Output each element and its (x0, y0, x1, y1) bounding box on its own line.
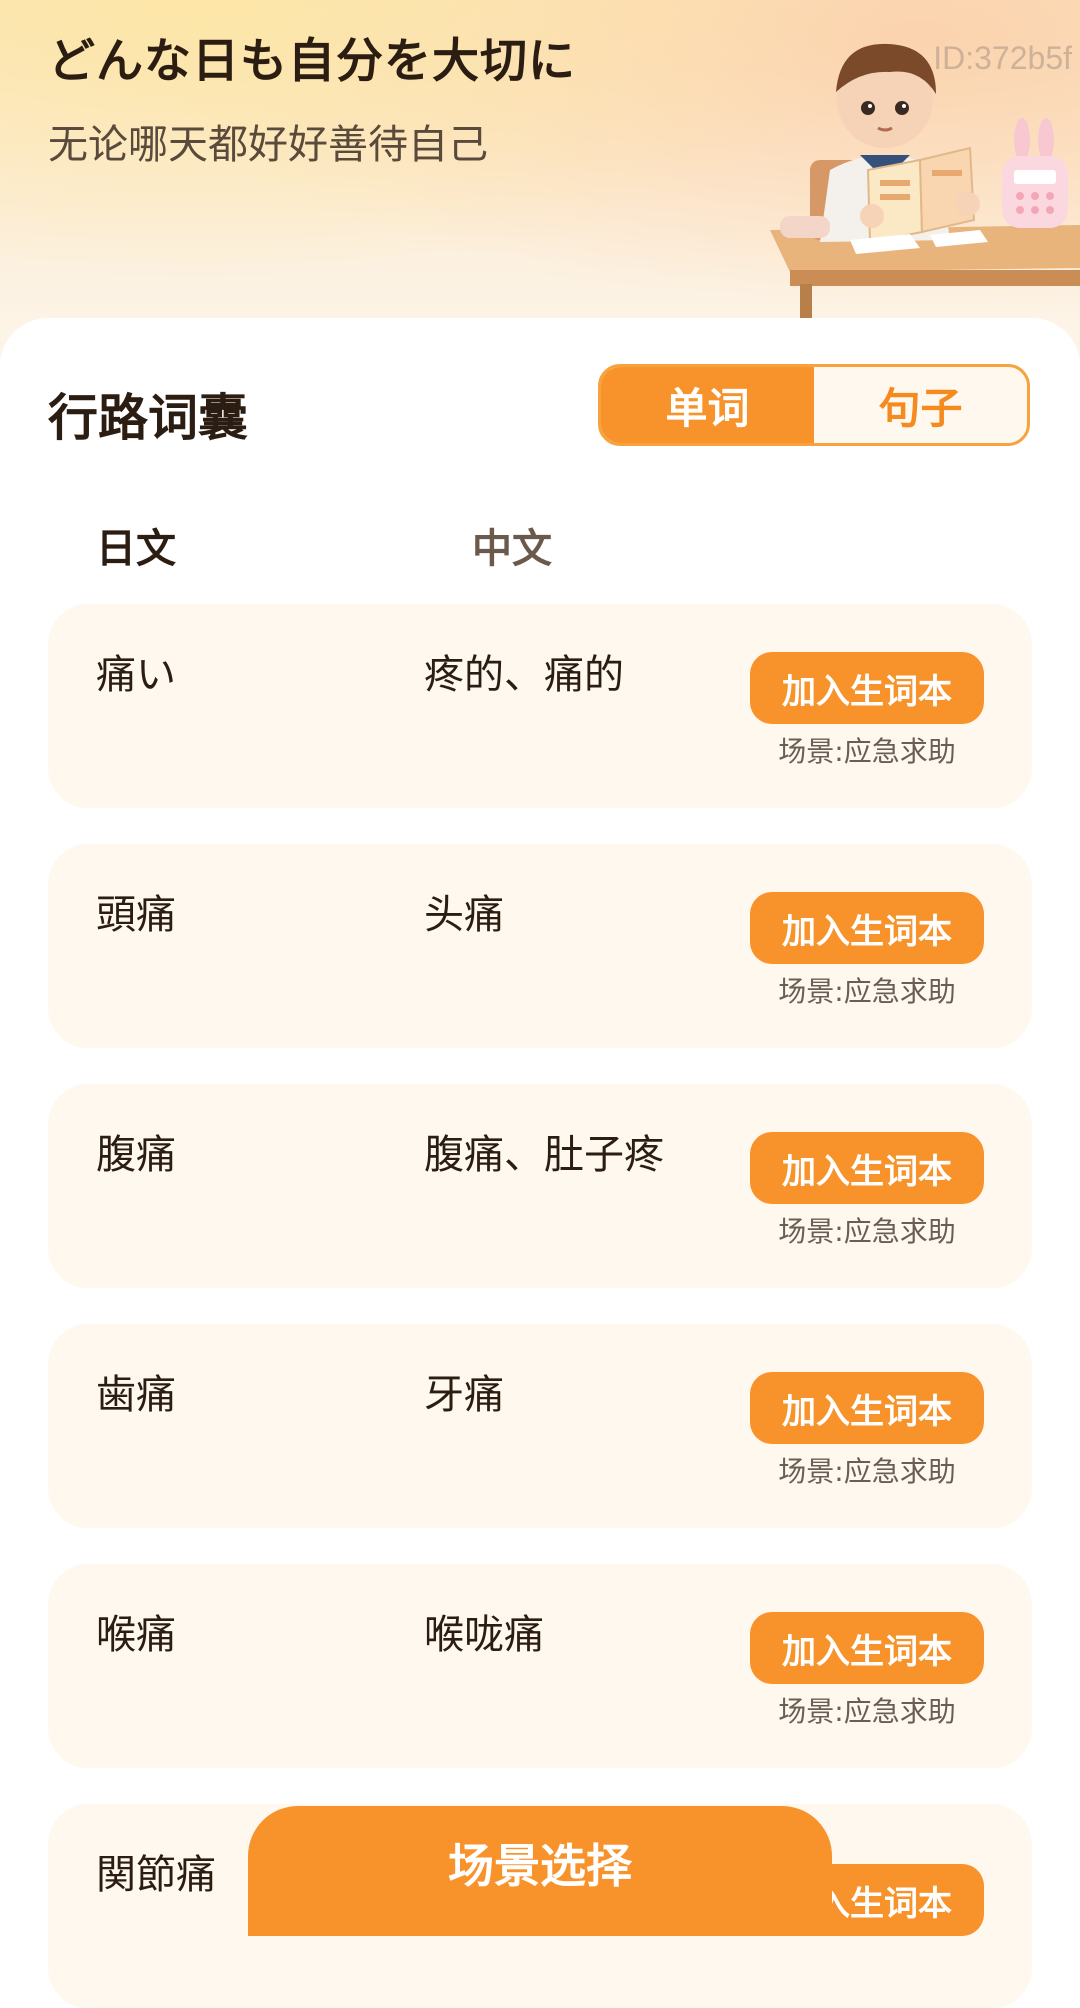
add-to-wordbook-button[interactable]: 加入生词本 (750, 652, 984, 724)
word-row: 歯痛 牙痛 加入生词本 场景:应急求助 (48, 1324, 1032, 1528)
word-chinese: 喉咙痛 (424, 1612, 544, 1658)
section-title: 行路词囊 (48, 389, 248, 447)
word-chinese: 头痛 (424, 892, 504, 938)
add-to-wordbook-button[interactable]: 加入生词本 (750, 1612, 984, 1684)
word-row: 喉痛 喉咙痛 加入生词本 场景:应急求助 (48, 1564, 1032, 1768)
scene-select-button[interactable]: 场景选择 (248, 1806, 832, 1936)
word-japanese: 喉痛 (96, 1612, 176, 1658)
word-japanese: 腹痛 (96, 1132, 176, 1178)
word-sentence-toggle: 单词 句子 (598, 364, 1030, 446)
word-japanese: 痛い (96, 652, 176, 698)
vocabulary-card: 行路词囊 单词 句子 日文 中文 痛い 疼的、痛的 加入生词本 场景:应急求助 … (0, 318, 1080, 2008)
word-row: 痛い 疼的、痛的 加入生词本 场景:应急求助 (48, 604, 1032, 808)
add-to-wordbook-button[interactable]: 加入生词本 (750, 1132, 984, 1204)
word-chinese: 牙痛 (424, 1372, 504, 1418)
scene-label: 场景:应急求助 (778, 1695, 956, 1728)
word-row: 腹痛 腹痛、肚子疼 加入生词本 场景:应急求助 (48, 1084, 1032, 1288)
header-title: どんな日も自分を大切に (48, 34, 576, 89)
word-row: 頭痛 头痛 加入生词本 场景:应急求助 (48, 844, 1032, 1048)
tab-sentences[interactable]: 句子 (814, 367, 1027, 443)
scene-label: 场景:应急求助 (778, 975, 956, 1008)
tab-words[interactable]: 单词 (601, 367, 814, 443)
scene-label: 场景:应急求助 (778, 1215, 956, 1248)
header-subtitle: 无论哪天都好好善待自己 (48, 122, 488, 168)
word-japanese: 関節痛 (96, 1852, 216, 1898)
scene-label: 场景:应急求助 (778, 735, 956, 768)
column-header-japanese: 日文 (96, 526, 176, 572)
word-chinese: 疼的、痛的 (424, 652, 624, 698)
id-watermark: ID:372b5f (933, 40, 1072, 76)
header-banner: どんな日も自分を大切に 无论哪天都好好善待自己 ID:372b5f (0, 0, 1080, 360)
word-japanese: 歯痛 (96, 1372, 176, 1418)
add-to-wordbook-button[interactable]: 加入生词本 (750, 1372, 984, 1444)
word-japanese: 頭痛 (96, 892, 176, 938)
add-to-wordbook-button[interactable]: 加入生词本 (750, 892, 984, 964)
scene-label: 场景:应急求助 (778, 1455, 956, 1488)
column-header-chinese: 中文 (472, 526, 552, 572)
word-chinese: 腹痛、肚子疼 (424, 1132, 664, 1178)
